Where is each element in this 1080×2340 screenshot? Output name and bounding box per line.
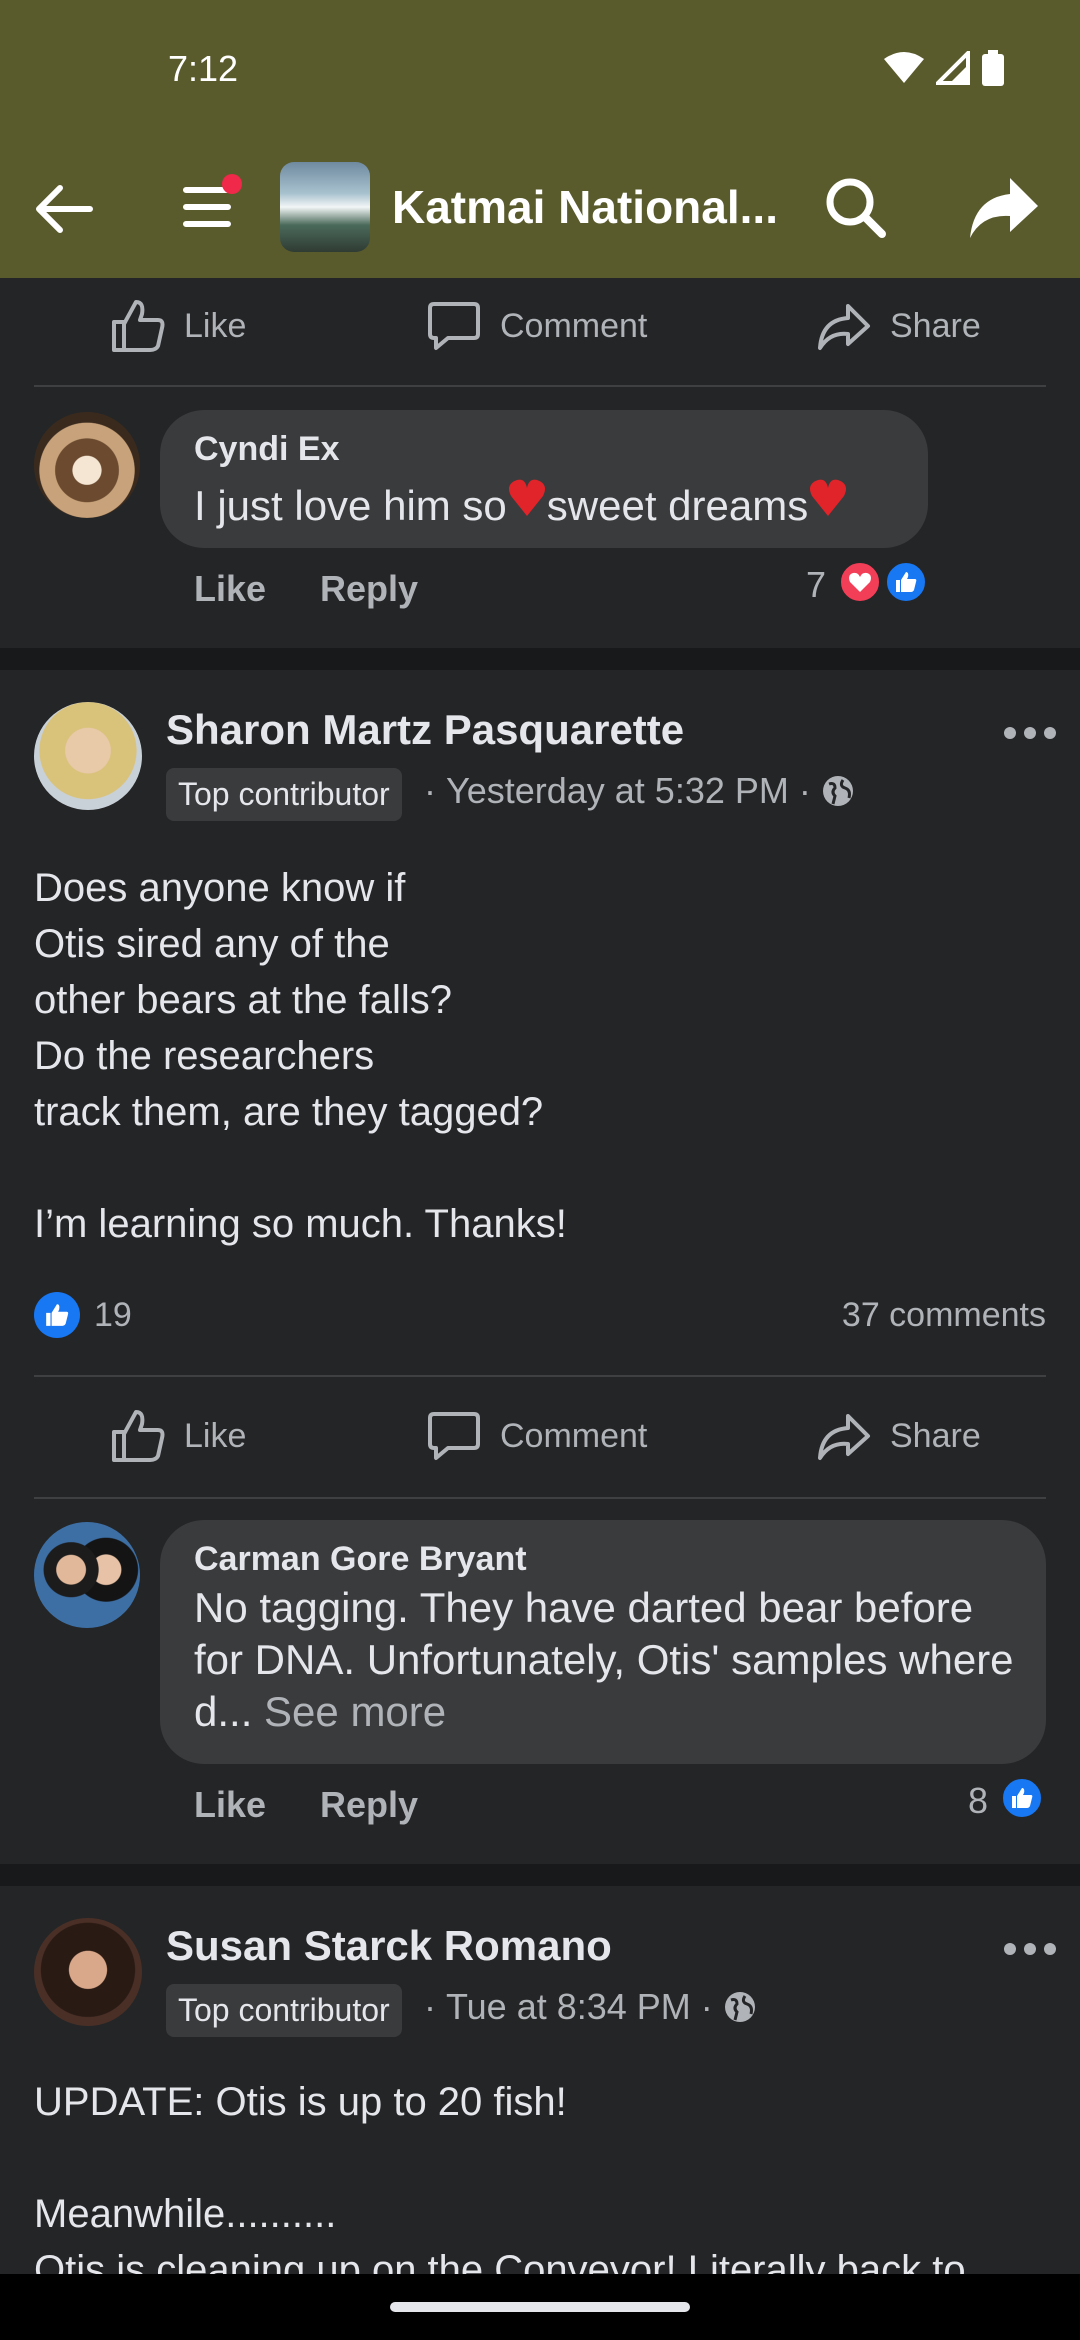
separator-dot: · xyxy=(798,770,811,811)
wifi-icon xyxy=(884,52,924,83)
share-arrow-icon xyxy=(818,1414,870,1460)
thumbs-up-icon xyxy=(112,300,165,352)
share-icon[interactable] xyxy=(968,172,1040,244)
signal-icon xyxy=(936,51,970,85)
post-body: UPDATE: Otis is up to 20 fish! Meanwhile… xyxy=(34,2080,966,2274)
share-button[interactable]: Share xyxy=(816,1408,981,1464)
comments-count[interactable]: 37 comments xyxy=(842,1296,1046,1335)
comment-like-button[interactable]: Like xyxy=(194,568,266,610)
share-label: Share xyxy=(890,306,981,345)
home-gesture-handle[interactable] xyxy=(390,2302,690,2312)
heart-emoji-icon xyxy=(810,479,847,516)
status-time: 7:12 xyxy=(168,48,239,89)
section-gap xyxy=(0,1864,1080,1886)
like-button[interactable]: Like xyxy=(110,298,246,354)
group-title[interactable]: Katmai National... xyxy=(392,180,778,234)
separator-dot: · xyxy=(424,770,436,811)
post-meta: · Tue at 8:34 PM · xyxy=(424,1986,757,2028)
avatar[interactable] xyxy=(34,702,142,810)
comment-label: Comment xyxy=(500,306,648,345)
battery-icon xyxy=(982,50,1004,86)
post-actions: Like Comment Share xyxy=(0,278,1080,388)
like-summary[interactable]: 19 xyxy=(34,1292,132,1338)
comment-icon xyxy=(428,1412,480,1460)
separator-dot: · xyxy=(700,1986,713,2027)
feed: Like Comment Share Cyndi Ex I just love … xyxy=(0,278,1080,2274)
share-button[interactable]: Share xyxy=(816,298,981,354)
app-bar: Katmai National... xyxy=(0,140,1080,278)
comment-reply-button[interactable]: Reply xyxy=(320,1784,418,1826)
comment-text-part: I just love him so xyxy=(194,482,507,529)
comment-button[interactable]: Comment xyxy=(426,1408,647,1464)
love-reaction-icon xyxy=(838,560,882,604)
globe-icon xyxy=(822,776,853,806)
comment-text-part: sweet dreams xyxy=(546,482,809,529)
comment-text: No tagging. They have darted bear before… xyxy=(194,1582,1024,1738)
like-reaction-icon xyxy=(1000,1776,1044,1820)
comment-icon xyxy=(428,302,480,350)
comment-label: Comment xyxy=(500,1416,648,1455)
globe-icon xyxy=(724,1992,755,2022)
comment-author[interactable]: Carman Gore Bryant xyxy=(194,1540,527,1579)
like-reaction-icon xyxy=(884,560,928,604)
top-contributor-badge[interactable]: Top contributor xyxy=(166,768,402,821)
post-author[interactable]: Sharon Martz Pasquarette xyxy=(166,706,684,754)
status-icons xyxy=(884,50,1004,86)
like-label: Like xyxy=(184,306,247,345)
avatar[interactable] xyxy=(34,412,140,518)
divider xyxy=(34,385,1046,387)
heart-emoji-icon xyxy=(508,479,545,516)
separator-dot: · xyxy=(424,1986,436,2027)
comment-text: I just love him so sweet dreams xyxy=(194,474,848,532)
system-nav-bar xyxy=(0,2274,1080,2340)
more-options-icon[interactable] xyxy=(1000,1934,1060,1964)
divider xyxy=(34,1497,1046,1499)
menu-icon[interactable] xyxy=(180,174,246,240)
like-count: 19 xyxy=(94,1295,132,1334)
group-thumbnail[interactable] xyxy=(280,162,370,252)
more-options-icon[interactable] xyxy=(1000,718,1060,748)
post-body: Does anyone know if Otis sired any of th… xyxy=(34,866,567,1246)
comment-button[interactable]: Comment xyxy=(426,298,647,354)
share-label: Share xyxy=(890,1416,981,1455)
like-reaction-icon xyxy=(34,1292,80,1338)
post-meta: · Yesterday at 5:32 PM · xyxy=(424,770,855,812)
top-contributor-badge[interactable]: Top contributor xyxy=(166,1984,402,2037)
like-button[interactable]: Like xyxy=(110,1408,246,1464)
post-actions: Like Comment Share xyxy=(0,1388,1080,1498)
like-label: Like xyxy=(184,1416,247,1455)
comment-reply-button[interactable]: Reply xyxy=(320,568,418,610)
divider xyxy=(34,1375,1046,1377)
back-arrow-icon[interactable] xyxy=(30,176,96,242)
search-icon[interactable] xyxy=(822,174,888,240)
status-bar: 7:12 xyxy=(0,0,1080,140)
reaction-count[interactable]: 7 xyxy=(806,564,826,606)
avatar[interactable] xyxy=(34,1522,140,1628)
comment-author[interactable]: Cyndi Ex xyxy=(194,430,339,469)
comment-like-button[interactable]: Like xyxy=(194,1784,266,1826)
thumbs-up-icon xyxy=(112,1410,165,1462)
post-time[interactable]: Tue at 8:34 PM xyxy=(446,1986,691,2028)
see-more-link[interactable]: See more xyxy=(264,1688,446,1735)
reaction-count[interactable]: 8 xyxy=(968,1780,988,1822)
post-time[interactable]: Yesterday at 5:32 PM xyxy=(446,770,789,812)
section-gap xyxy=(0,648,1080,670)
avatar[interactable] xyxy=(34,1918,142,2026)
share-arrow-icon xyxy=(818,304,870,350)
post-author[interactable]: Susan Starck Romano xyxy=(166,1922,612,1970)
